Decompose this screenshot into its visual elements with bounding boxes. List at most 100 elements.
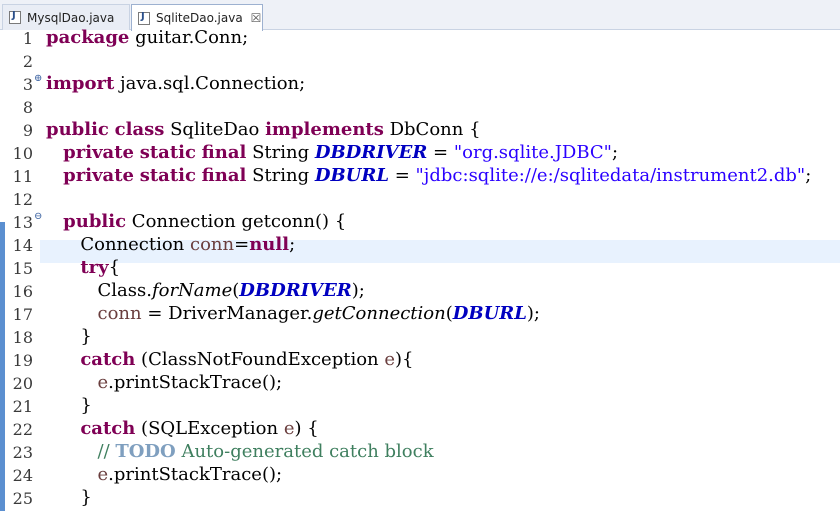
code-token: ; [611,142,619,163]
code-line[interactable]: 22 catch (SQLException e) { [0,418,840,441]
code-token: DBDRIVER [239,280,352,301]
code-token: "org.sqlite.JDBC" [453,142,612,163]
code-token: = [234,234,250,255]
code-token: Auto-generated catch block [175,441,434,462]
code-line[interactable]: 24 e.printStackTrace(); [0,464,840,487]
code-token: String [246,165,315,186]
code-line[interactable]: 15 try{ [0,257,840,280]
code-token: Connection [46,234,190,255]
code-text: private static final String DBDRIVER = "… [46,142,618,163]
code-token: DbConn { [383,119,481,140]
code-token: ); [351,280,365,301]
code-line[interactable]: 12 [0,188,840,211]
code-line[interactable]: 18 } [0,326,840,349]
code-token: public [63,211,127,232]
code-token: null [249,234,290,255]
line-number: 15 [12,259,33,278]
code-token: DBURL [452,303,527,324]
code-line[interactable]: 8 [0,96,840,119]
expand-fold-icon[interactable]: ⊕ [34,73,42,84]
code-token: String [246,142,315,163]
code-text: catch (SQLException e) { [46,418,318,439]
code-text: e.printStackTrace(); [46,372,283,393]
line-number: 21 [12,397,33,416]
line-number: 14 [12,236,33,255]
code-line[interactable]: 25 } [0,487,840,510]
code-line[interactable]: 16 Class.forName(DBDRIVER); [0,280,840,303]
line-number: 13 [12,213,33,232]
line-number: 20 [12,374,33,393]
code-token: = DriverManager. [141,303,313,324]
collapse-fold-icon[interactable]: ⊖ [34,211,42,222]
code-token: private [63,142,134,163]
code-line[interactable]: 19 catch (ClassNotFoundException e){ [0,349,840,372]
code-token: conn [97,303,142,324]
code-line[interactable]: 23 // TODO Auto-generated catch block [0,441,840,464]
tab-label: MysqlDao.java [27,10,115,25]
line-number: 9 [22,121,33,140]
code-text: package guitar.Conn; [46,27,248,48]
code-token: e [97,372,109,393]
code-line[interactable]: 9 public class SqliteDao implements DbCon… [0,119,840,142]
code-token: DBDRIVER [314,142,428,163]
line-number: 25 [12,489,33,508]
code-text: public Connection getconn() { [46,211,346,232]
code-token: = [427,142,454,163]
code-token: DBURL [314,165,389,186]
code-token: (SQLException [135,418,284,439]
code-token: public [46,119,109,140]
code-line[interactable]: 11 private static final String DBURL = "… [0,165,840,188]
code-text: public class SqliteDao implements DbConn… [46,119,481,140]
code-line[interactable]: 17 conn = DriverManager.getConnection(DB… [0,303,840,326]
code-token: "jdbc:sqlite://e:/sqlitedata/instrument2… [415,165,806,186]
code-line[interactable]: 13 ⊖ public Connection getconn() { [0,211,840,234]
code-token: import [46,73,115,94]
code-token: } [46,487,92,508]
code-token: java.sql.Connection; [114,73,306,94]
code-line[interactable]: 10 private static final String DBDRIVER … [0,142,840,165]
code-token: private [63,165,134,186]
code-text: Connection conn=null; [46,234,295,255]
code-line[interactable]: 20 e.printStackTrace(); [0,372,840,395]
code-editor[interactable]: 1 package guitar.Conn; 2 3 ⊕ import java.sql.… [0,27,840,511]
code-token: package [46,27,130,48]
line-number: 10 [12,144,33,163]
code-token: SqliteDao [164,119,266,140]
code-line[interactable]: 14 Connection conn=null; [0,234,840,257]
code-text: // TODO Auto-generated catch block [46,441,434,462]
line-number: 17 [12,305,33,324]
code-line[interactable]: 2 [0,50,840,73]
line-number: 16 [12,282,33,301]
code-token: Class. [46,280,152,301]
code-token: } [46,395,92,416]
code-token: e [97,464,109,485]
code-line[interactable]: 3 ⊕ import java.sql.Connection; [0,73,840,96]
java-file-icon [9,10,21,24]
line-number: 1 [22,29,33,48]
line-number: 3 [22,75,33,94]
line-number: 22 [12,420,33,439]
code-line[interactable]: 1 package guitar.Conn; [0,27,840,50]
line-number: 18 [12,328,33,347]
close-icon[interactable]: ☒ [251,11,262,25]
code-token: implements [265,119,384,140]
code-token: (ClassNotFoundException [135,349,385,370]
code-token: = [388,165,416,186]
code-token: // [97,441,116,462]
code-token: class [114,119,165,140]
code-token: { [108,257,121,278]
code-token: ; [289,234,296,255]
code-token: ; [805,165,812,186]
code-token: ( [445,303,453,324]
code-token: TODO [115,441,176,462]
code-text: catch (ClassNotFoundException e){ [46,349,413,370]
code-line[interactable]: 21 } [0,395,840,418]
